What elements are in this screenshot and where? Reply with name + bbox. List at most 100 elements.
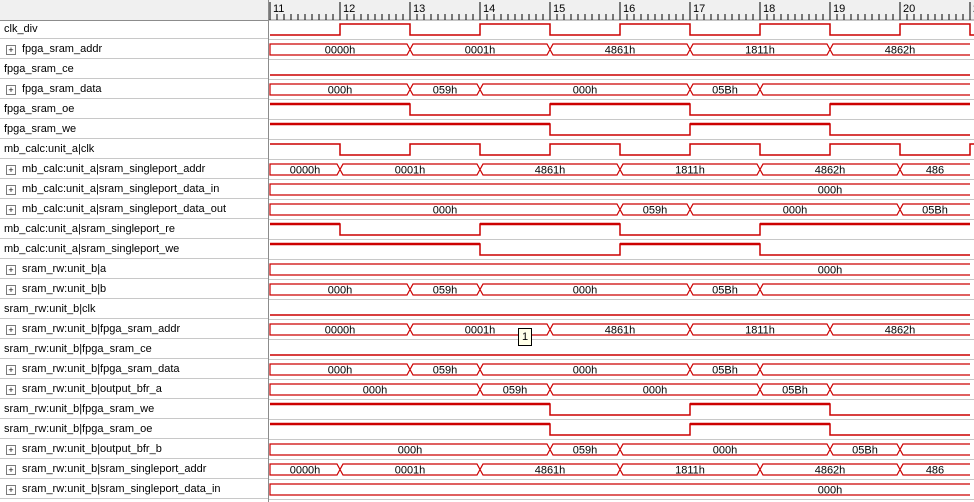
expand-icon[interactable]: +: [6, 44, 16, 55]
expand-icon[interactable]: +: [6, 84, 16, 95]
bus-value-label: 000h: [573, 85, 597, 97]
bus-value-label: 1811h: [745, 45, 775, 57]
signal-row[interactable]: + fpga_sram_data: [0, 80, 268, 99]
expand-icon[interactable]: +: [6, 164, 16, 175]
signal-name: fpga_sram_oe: [4, 103, 75, 115]
signal-row[interactable]: + sram_rw:unit_b|a: [0, 260, 268, 279]
clock-trace: [270, 143, 974, 156]
bus-value-label: 000h: [818, 485, 842, 497]
signal-row[interactable]: + sram_rw:unit_b|sram_singleport_data_in: [0, 480, 268, 499]
signal-row[interactable]: fpga_sram_ce: [0, 60, 268, 79]
signal-row[interactable]: mb_calc:unit_a|sram_singleport_re: [0, 220, 268, 239]
signal-name: mb_calc:unit_a|sram_singleport_re: [4, 223, 175, 235]
waveform-bus: 000h: [269, 263, 970, 277]
expand-icon[interactable]: +: [6, 484, 16, 495]
signal-name: sram_rw:unit_b|a: [22, 263, 107, 275]
signal-row[interactable]: + mb_calc:unit_a|sram_singleport_data_in: [0, 180, 268, 199]
expand-icon[interactable]: +: [6, 324, 16, 335]
bus-value-label: 000h: [573, 365, 597, 377]
signal-row[interactable]: mb_calc:unit_a|sram_singleport_we: [0, 240, 268, 259]
waveform-level: [270, 242, 970, 256]
signal-row[interactable]: sram_rw:unit_b|fpga_sram_we: [0, 400, 268, 419]
signal-name: sram_rw:unit_b|output_bfr_b: [22, 443, 162, 455]
time-tick-label: 12: [343, 3, 355, 15]
time-tick-label: 15: [553, 3, 565, 15]
signal-name: fpga_sram_ce: [4, 63, 74, 75]
waveform-bus: 000h 059h 000h 05Bh: [269, 383, 970, 397]
bus-segment: [269, 183, 970, 196]
signal-row[interactable]: + sram_rw:unit_b|fpga_sram_addr: [0, 320, 268, 339]
signal-name: sram_rw:unit_b|b: [22, 283, 107, 295]
signal-name: sram_rw:unit_b|output_bfr_a: [22, 383, 162, 395]
expand-icon[interactable]: +: [6, 384, 16, 395]
signal-row[interactable]: + sram_rw:unit_b|fpga_sram_data: [0, 360, 268, 379]
level-trace: [270, 223, 970, 236]
waveform-clock: [270, 23, 974, 36]
bus-value-label: 05Bh: [712, 365, 738, 377]
time-tick-label: 14: [483, 3, 495, 15]
signal-name: sram_rw:unit_b|clk: [4, 303, 96, 315]
signal-row[interactable]: + sram_rw:unit_b|output_bfr_b: [0, 440, 268, 459]
waveform-level: [270, 422, 970, 436]
bus-segment: [759, 83, 970, 96]
waveform-bus: 000h 059h 000h 05Bh: [269, 363, 970, 377]
waveform-bus: 0000h 0001h 4861h 1811h 4862h 486: [269, 463, 970, 477]
bus-value-label: 05Bh: [712, 85, 738, 97]
signal-row[interactable]: + sram_rw:unit_b|output_bfr_a: [0, 380, 268, 399]
waveform-bus: 000h 059h 000h 05Bh: [269, 203, 970, 217]
expand-icon[interactable]: +: [6, 444, 16, 455]
expand-icon[interactable]: +: [6, 204, 16, 215]
signal-row[interactable]: sram_rw:unit_b|fpga_sram_oe: [0, 420, 268, 439]
bus-segment: [269, 483, 970, 496]
bus-value-label: 4861h: [535, 465, 566, 477]
expand-icon[interactable]: +: [6, 464, 16, 475]
expand-icon[interactable]: +: [6, 184, 16, 195]
signal-name: sram_rw:unit_b|fpga_sram_oe: [4, 423, 153, 435]
signal-row[interactable]: sram_rw:unit_b|clk: [0, 300, 268, 319]
signal-row[interactable]: mb_calc:unit_a|clk: [0, 140, 268, 159]
waveform-bus: 0000h 0001h 4861h 1811h 4862h 486: [269, 163, 970, 177]
signal-row[interactable]: + fpga_sram_addr: [0, 40, 268, 59]
waveform-bus: 000h: [269, 183, 970, 197]
signal-row[interactable]: + sram_rw:unit_b|sram_singleport_addr: [0, 460, 268, 479]
signal-name: sram_rw:unit_b|fpga_sram_data: [22, 363, 180, 375]
signal-name: fpga_sram_addr: [22, 43, 103, 55]
time-tick-label: 19: [833, 3, 845, 15]
waveform-bus: 000h 059h 000h 05Bh: [269, 443, 970, 457]
signal-row[interactable]: clk_div: [0, 20, 268, 39]
signal-row[interactable]: fpga_sram_oe: [0, 100, 268, 119]
bus-segment: [269, 263, 970, 276]
bus-value-label: 0001h: [465, 325, 496, 337]
signal-row[interactable]: + mb_calc:unit_a|sram_singleport_data_out: [0, 200, 268, 219]
signal-name: fpga_sram_data: [22, 83, 102, 95]
signal-row[interactable]: + sram_rw:unit_b|b: [0, 280, 268, 299]
signal-name: sram_rw:unit_b|fpga_sram_ce: [4, 343, 152, 355]
expand-icon[interactable]: +: [6, 284, 16, 295]
waveform-bus: 0000h 0001h 4861h 1811h 4862h: [269, 323, 970, 337]
signal-row[interactable]: fpga_sram_we: [0, 120, 268, 139]
expand-icon[interactable]: +: [6, 264, 16, 275]
signal-row[interactable]: sram_rw:unit_b|fpga_sram_ce: [0, 340, 268, 359]
bus-value-label: 059h: [573, 445, 597, 457]
bus-value-label: 4861h: [605, 45, 636, 57]
bus-value-label: 000h: [328, 285, 352, 297]
bus-value-label: 000h: [363, 385, 387, 397]
waveform-bus: 000h: [269, 483, 970, 497]
time-tick-label: 16: [623, 3, 635, 15]
bus-segment: [829, 383, 970, 396]
bus-value-label: 05Bh: [712, 285, 738, 297]
waveform-panel[interactable]: 11121314151617181920210000h0001h4861h181…: [269, 0, 974, 502]
waveform-canvas[interactable]: 11121314151617181920210000h0001h4861h181…: [269, 0, 974, 502]
signal-row[interactable]: + mb_calc:unit_a|sram_singleport_addr: [0, 160, 268, 179]
expand-icon[interactable]: +: [6, 364, 16, 375]
bus-segment: [899, 443, 970, 456]
signal-name: sram_rw:unit_b|fpga_sram_addr: [22, 323, 181, 335]
time-marker-flag[interactable]: 1: [518, 328, 532, 346]
level-trace: [270, 123, 970, 136]
waveform-level: [270, 102, 970, 116]
level-trace: [270, 423, 970, 436]
bus-value-label: 0001h: [395, 165, 426, 177]
bus-value-label: 059h: [433, 365, 457, 377]
clock-trace: [270, 23, 974, 36]
waveform-bus: 000h 059h 000h 05Bh: [269, 83, 970, 97]
